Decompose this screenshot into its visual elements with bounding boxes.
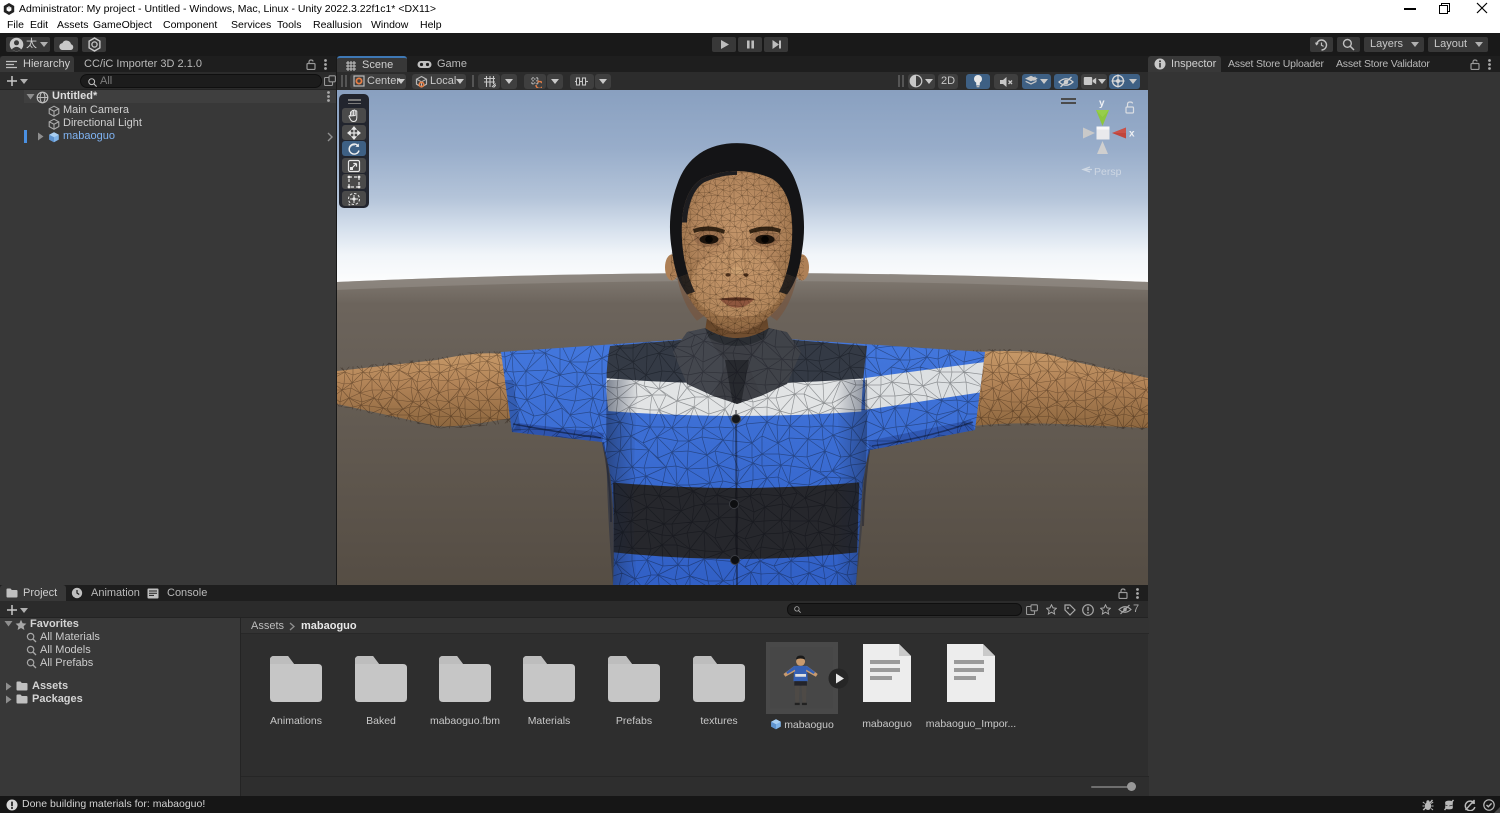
svg-text:Persp: Persp bbox=[1094, 166, 1122, 178]
svg-text:x: x bbox=[1129, 129, 1135, 140]
svg-text:y: y bbox=[1099, 98, 1105, 109]
